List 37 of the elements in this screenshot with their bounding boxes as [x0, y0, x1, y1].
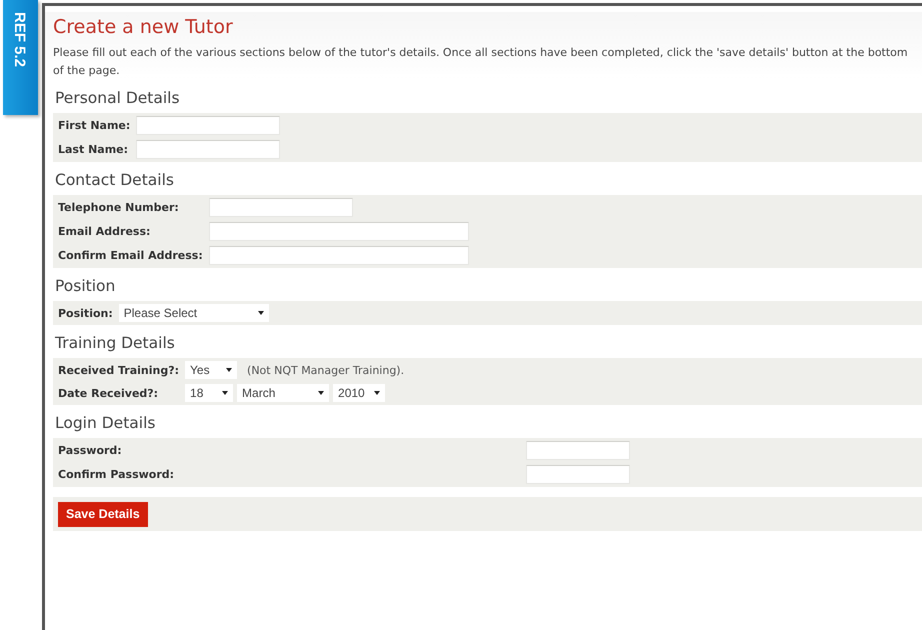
field-label: Password:	[58, 444, 123, 457]
field-label: Telephone Number:	[58, 201, 180, 214]
section-heading: Personal Details	[54, 89, 180, 107]
field-label: Email Address:	[58, 225, 152, 238]
input-field[interactable]	[208, 198, 353, 217]
field-label: First Name:	[58, 119, 130, 132]
reference-label: REF 5.2	[11, 12, 28, 68]
caret-icon	[258, 311, 264, 315]
dropdown[interactable]: Yes	[185, 361, 238, 379]
dropdown[interactable]: March	[237, 384, 330, 402]
input-field[interactable]	[526, 441, 630, 460]
input-field[interactable]	[526, 465, 630, 484]
instructions-text: Please fill out each of the various sections below of the tutor's details. Once all sections have been completed, click the 'save details' button at the bottom of the page.	[53, 45, 909, 79]
section-heading: Login Details	[54, 414, 156, 432]
section-heading: Position	[54, 277, 116, 295]
dropdown[interactable]: 2010	[333, 384, 386, 402]
caret-icon	[222, 391, 228, 395]
field-label: Received Training?:	[58, 364, 180, 376]
caret-icon	[226, 368, 232, 372]
caret-icon	[318, 391, 324, 395]
caret-icon	[374, 391, 380, 395]
section-heading: Contact Details	[54, 171, 174, 189]
field-label: Last Name:	[58, 143, 130, 156]
field-label: Date Received?:	[58, 386, 160, 400]
input-field[interactable]	[136, 140, 280, 159]
page-title: Create a new Tutor	[53, 16, 234, 38]
input-field[interactable]	[208, 246, 469, 265]
field-label: Position:	[58, 306, 113, 320]
save-button[interactable]: Save Details	[58, 502, 148, 527]
field-label: Confirm Password:	[58, 468, 176, 481]
input-field[interactable]	[208, 222, 469, 241]
section-heading: Training Details	[54, 334, 175, 352]
field-note: (Not NQT Manager Training).	[247, 364, 404, 376]
field-label: Confirm Email Address:	[58, 249, 203, 262]
dropdown[interactable]: Please Select	[118, 304, 269, 322]
dropdown[interactable]: 18	[185, 384, 234, 402]
input-field[interactable]	[136, 116, 280, 135]
